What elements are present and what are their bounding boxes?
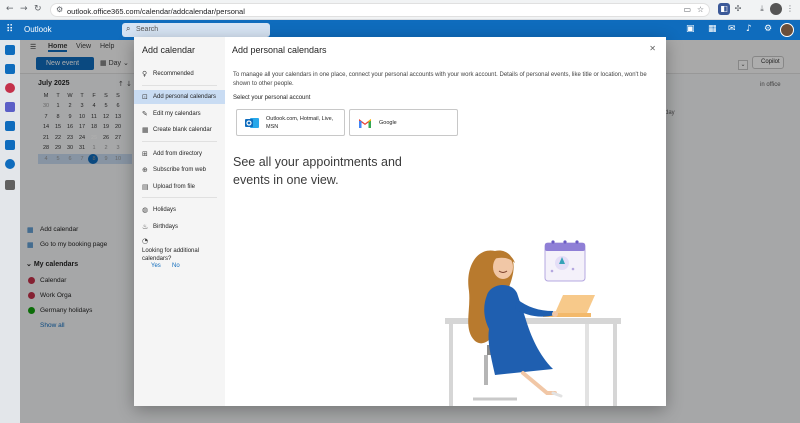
back-arrow-icon[interactable]: ←: [6, 4, 14, 14]
nav-recommended[interactable]: ♀ Recommended: [134, 67, 225, 81]
app-brand[interactable]: Outlook: [24, 25, 52, 34]
nav-create-blank-calendar[interactable]: ▦ Create blank calendar: [134, 123, 225, 137]
meet-now-icon[interactable]: ▣: [686, 24, 695, 34]
search-box[interactable]: ⌕ Search: [122, 23, 270, 37]
profile-avatar[interactable]: [770, 3, 782, 15]
forward-arrow-icon[interactable]: →: [20, 4, 28, 14]
search-icon: ⌕: [126, 24, 131, 33]
nav-edit-my-calendars[interactable]: ✎ Edit my calendars: [134, 107, 225, 121]
app-launcher-icon[interactable]: ⠿: [6, 24, 13, 35]
feedback-yes-button[interactable]: Yes: [151, 263, 161, 269]
site-settings-icon[interactable]: ⚙: [56, 5, 63, 14]
cake-icon: ♨: [142, 223, 149, 231]
feedback-question: ◔ Looking for additional calendars?: [142, 237, 220, 263]
bell-icon[interactable]: ♪: [746, 24, 752, 34]
upload-icon: ▤: [142, 183, 149, 191]
dialog-sidebar-title: Add calendar: [142, 45, 196, 55]
org-rail-icon[interactable]: [5, 140, 15, 150]
globe-icon: ◍: [142, 206, 149, 214]
install-app-icon[interactable]: ▭: [683, 5, 691, 14]
dialog-main: Add personal calendars ✕ To manage all y…: [225, 37, 666, 406]
woman-at-desk-illustration: [445, 240, 621, 406]
directory-icon: ⊞: [142, 150, 148, 158]
dialog-title: Add personal calendars: [232, 45, 327, 55]
feedback-no-button[interactable]: No: [172, 263, 180, 269]
divider: [142, 85, 217, 86]
calendar-add-icon: ▦: [142, 126, 149, 134]
feedback-question-text: Looking for additional calendars?: [142, 248, 200, 262]
nav-label: Create blank calendar: [153, 127, 212, 133]
globe-link-icon: ⊕: [142, 166, 148, 174]
nav-holidays[interactable]: ◍ Holidays: [134, 203, 225, 217]
add-calendar-dialog: Add calendar ♀ Recommended ⊡ Add persona…: [134, 37, 666, 406]
google-account-label: Google: [379, 120, 397, 126]
nav-birthdays[interactable]: ♨ Birthdays: [134, 220, 225, 234]
teams-rail-icon[interactable]: [5, 102, 15, 112]
mail-rail-icon[interactable]: [5, 45, 15, 55]
people-rail-icon[interactable]: [5, 83, 15, 93]
lightbulb-icon: ♀: [142, 70, 148, 78]
divider: [142, 141, 217, 142]
settings-gear-icon[interactable]: ⚙: [764, 24, 772, 34]
nav-upload-from-file[interactable]: ▤ Upload from file: [134, 180, 225, 194]
google-account-button[interactable]: Google: [349, 109, 458, 136]
calendar-rail-icon[interactable]: [5, 64, 15, 74]
select-account-label: Select your personal account: [233, 95, 311, 101]
user-avatar[interactable]: [780, 23, 794, 37]
gmail-icon: [359, 119, 371, 128]
outlook-account-button[interactable]: Outlook.com, Hotmail, Live, MSN: [236, 109, 345, 136]
more-apps-rail-icon[interactable]: [5, 180, 15, 190]
dialog-sidebar: Add calendar ♀ Recommended ⊡ Add persona…: [134, 37, 225, 406]
reload-icon[interactable]: ↻: [34, 4, 42, 14]
app-rail: [0, 40, 20, 423]
bookmark-star-icon[interactable]: ☆: [697, 5, 704, 14]
download-icon[interactable]: ⤓: [756, 3, 768, 15]
teams-icon[interactable]: ▦: [708, 24, 717, 34]
close-icon[interactable]: ✕: [649, 44, 656, 53]
nav-label: Edit my calendars: [153, 111, 201, 117]
url-text: outlook.office365.com/calendar/addcalend…: [67, 6, 245, 16]
nav-add-personal-calendars[interactable]: ⊡ Add personal calendars: [134, 90, 225, 104]
nav-add-from-directory[interactable]: ⊞ Add from directory: [134, 147, 225, 161]
todo-rail-icon[interactable]: [5, 121, 15, 131]
onedrive-rail-icon[interactable]: [5, 159, 15, 169]
address-bar[interactable]: ⚙ outlook.office365.com/calendar/addcale…: [50, 3, 710, 17]
outlook-account-label: Outlook.com, Hotmail, Live, MSN: [266, 116, 334, 130]
outlook-icon: [245, 118, 259, 128]
nav-subscribe-from-web[interactable]: ⊕ Subscribe from web: [134, 163, 225, 177]
nav-label: Subscribe from web: [153, 167, 207, 173]
edit-icon: ✎: [142, 110, 148, 118]
divider: [142, 197, 217, 198]
dialog-description: To manage all your calendars in one plac…: [233, 72, 647, 87]
nav-label: Upload from file: [153, 184, 196, 190]
browser-toolbar: ← → ↻ ⚙ outlook.office365.com/calendar/a…: [0, 0, 800, 20]
browser-menu-icon[interactable]: ⋮: [784, 3, 796, 15]
person-calendar-icon: ⊡: [142, 93, 148, 101]
search-placeholder: Search: [136, 26, 159, 33]
nav-label: Add personal calendars: [153, 94, 217, 100]
mail-icon[interactable]: ✉: [728, 24, 736, 34]
extension-icon[interactable]: ◧: [718, 3, 730, 15]
nav-label: Holidays: [153, 207, 177, 213]
promo-headline: See all your appointments and events in …: [233, 155, 402, 187]
nav-label: Birthdays: [153, 224, 179, 230]
lightbulb-icon: ◔: [142, 237, 149, 245]
extensions-puzzle-icon[interactable]: ✣: [732, 3, 744, 15]
nav-label: Recommended: [153, 71, 194, 77]
nav-label: Add from directory: [153, 151, 203, 157]
